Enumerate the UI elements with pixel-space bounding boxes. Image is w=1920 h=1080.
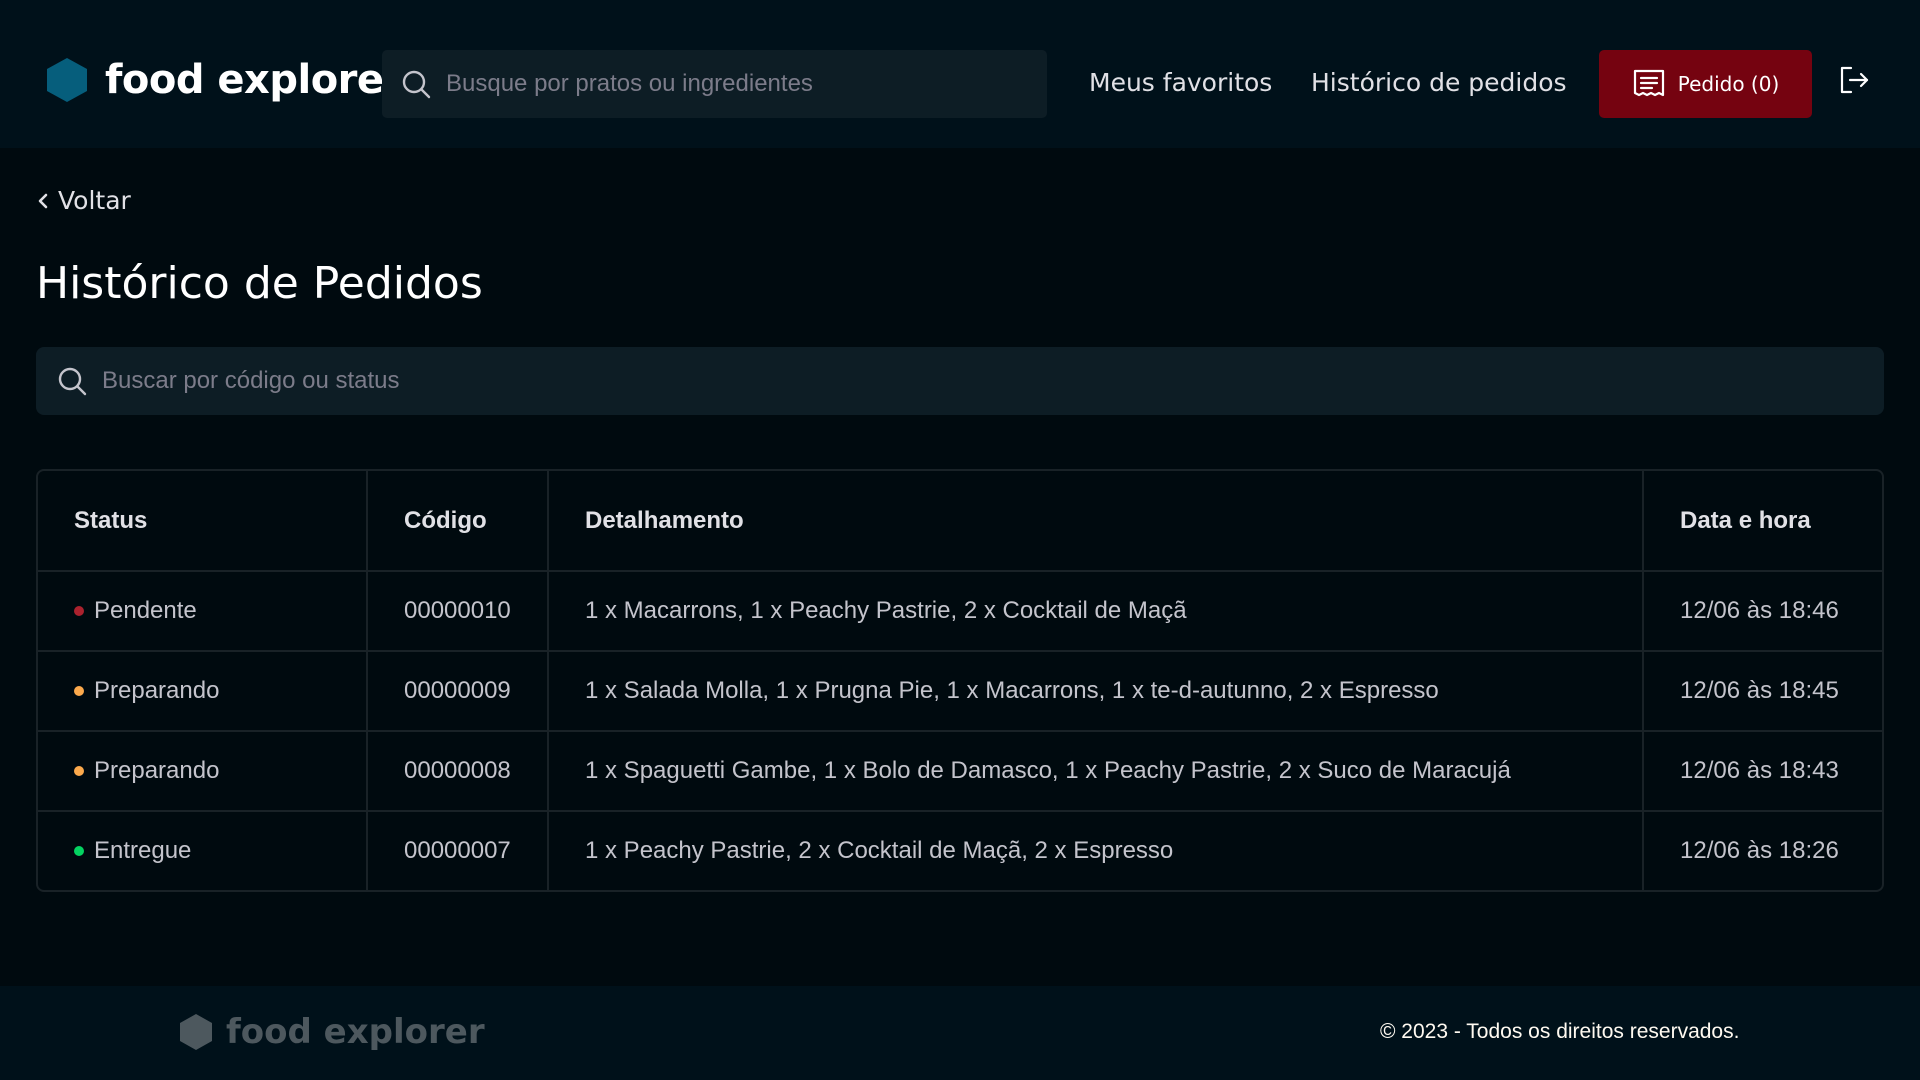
order-code: 00000010 [368,572,549,652]
status-dot [74,766,84,776]
order-code: 00000007 [368,812,549,890]
status-cell: Preparando [74,652,330,730]
brand-logo[interactable]: food explorer [47,57,403,103]
column-header-status: Status [38,471,368,572]
status-label: Entregue [94,837,192,864]
receipt-icon [1633,69,1664,97]
header-search-input[interactable] [446,70,1006,98]
nav-order-history-link[interactable]: Histórico de pedidos [1311,68,1567,97]
table-row[interactable]: Preparando 00000008 1 x Spaguetti Gambe,… [38,732,1882,812]
copyright-text: © 2023 - Todos os direitos reservados. [1380,1020,1740,1043]
footer-brand-logo: food explorer [180,1012,485,1052]
order-button-label: Pedido (0) [1677,72,1780,96]
status-dot [74,606,84,616]
hexagon-logo-icon [47,58,87,102]
hexagon-logo-icon [180,1014,212,1050]
status-label: Preparando [94,677,220,704]
search-icon [402,70,431,99]
order-datetime: 12/06 às 18:43 [1644,732,1882,812]
status-label: Preparando [94,757,220,784]
page-footer: food explorer © 2023 - Todos os direitos… [0,986,1920,1080]
order-detail: 1 x Macarrons, 1 x Peachy Pastrie, 2 x C… [549,572,1644,652]
table-row[interactable]: Preparando 00000009 1 x Salada Molla, 1 … [38,652,1882,732]
column-header-datetime: Data e hora [1644,471,1882,572]
column-header-code: Código [368,471,549,572]
order-code: 00000009 [368,652,549,732]
back-label: Voltar [58,186,131,215]
order-button[interactable]: Pedido (0) [1599,50,1812,118]
page-title: Histórico de Pedidos [36,258,483,309]
footer-brand-name: food explorer [226,1012,485,1052]
orders-search-bar[interactable] [36,347,1884,415]
status-cell: Preparando [74,732,330,810]
chevron-left-icon [38,193,48,208]
order-datetime: 12/06 às 18:45 [1644,652,1882,732]
order-detail: 1 x Spaguetti Gambe, 1 x Bolo de Damasco… [549,732,1644,812]
orders-search-input[interactable] [102,367,1802,395]
orders-table: Status Código Detalhamento Data e hora P… [36,469,1884,892]
column-header-detail: Detalhamento [549,471,1644,572]
search-icon [58,367,87,396]
status-cell: Pendente [74,572,330,650]
order-code: 00000008 [368,732,549,812]
brand-name: food explorer [105,57,403,103]
top-header: food explorer Meus favoritos Histórico d… [0,0,1920,148]
sign-out-icon[interactable] [1838,64,1870,96]
order-detail: 1 x Peachy Pastrie, 2 x Cocktail de Maçã… [549,812,1644,890]
order-datetime: 12/06 às 18:26 [1680,837,1839,864]
status-label: Pendente [94,597,197,624]
header-search-bar[interactable] [382,50,1047,118]
status-dot [74,846,84,856]
table-row[interactable]: Entregue 00000007 1 x Peachy Pastrie, 2 … [38,812,1882,890]
status-dot [74,686,84,696]
table-header-row: Status Código Detalhamento Data e hora [38,471,1882,572]
nav-favorites-link[interactable]: Meus favoritos [1089,68,1272,97]
status-cell: Entregue [74,812,330,890]
order-detail: 1 x Salada Molla, 1 x Prugna Pie, 1 x Ma… [549,652,1644,732]
order-datetime: 12/06 às 18:46 [1644,572,1882,652]
back-button[interactable]: Voltar [36,186,131,215]
table-row[interactable]: Pendente 00000010 1 x Macarrons, 1 x Pea… [38,572,1882,652]
